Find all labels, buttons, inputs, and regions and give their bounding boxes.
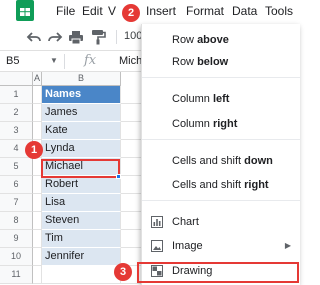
cell-a[interactable] [33, 104, 42, 122]
row-header[interactable]: 6 [0, 176, 33, 194]
cell-b[interactable]: Tim [42, 230, 121, 248]
cell-b[interactable]: James [42, 104, 121, 122]
cell-a[interactable] [33, 122, 42, 140]
step-badge: 2 [122, 4, 140, 22]
cell-b[interactable]: Names [42, 86, 121, 104]
column-header-b[interactable]: B [42, 72, 121, 86]
row-header[interactable]: 9 [0, 230, 33, 248]
chart-icon [151, 216, 163, 228]
cell-a[interactable] [33, 266, 42, 284]
cell-a[interactable] [33, 248, 42, 266]
name-box[interactable]: B5 [6, 55, 19, 67]
selected-cell-outline [41, 159, 120, 178]
formula-input[interactable]: Mich [119, 55, 142, 67]
menu-item-label: Image [172, 240, 203, 252]
menu-item-label: Column [172, 93, 213, 105]
chevron-right-icon: ▶ [284, 241, 291, 250]
menu-item-chart[interactable]: Chart [142, 211, 301, 233]
fx-icon: fx [84, 53, 97, 68]
menu-file[interactable]: File [56, 4, 75, 18]
menu-item-label: Cells and shift [172, 155, 245, 167]
insert-menu: Row above Row below Column left Column r… [141, 24, 301, 285]
step-badge: 1 [25, 141, 43, 159]
fill-handle[interactable] [116, 174, 121, 179]
menu-divider [142, 200, 301, 201]
menu-insert[interactable]: Insert [146, 4, 176, 18]
toolbar-divider [116, 30, 117, 44]
row-header[interactable]: 11 [0, 266, 33, 284]
menu-item-label-bold: right [244, 179, 269, 191]
menu-divider [142, 139, 301, 140]
sheets-logo-icon [4, 0, 40, 24]
row-header[interactable]: 7 [0, 194, 33, 212]
menu-item-label: Cells and shift [172, 179, 245, 191]
cell-b[interactable]: Jennifer [42, 248, 121, 266]
cell-b[interactable]: Lynda [42, 140, 121, 158]
cell-b[interactable]: Steven [42, 212, 121, 230]
cell-a[interactable] [33, 176, 42, 194]
cell-a[interactable] [33, 230, 42, 248]
menu-item-label-bold: down [244, 155, 273, 167]
row-header[interactable]: 2 [0, 104, 33, 122]
select-all-corner[interactable] [0, 72, 33, 86]
menu-item-label-bold: left [212, 93, 230, 105]
cell-b[interactable] [42, 266, 121, 284]
paint-format-icon[interactable] [90, 29, 106, 45]
menu-tools[interactable]: Tools [265, 4, 293, 18]
menu-item-label: Chart [172, 216, 199, 228]
menu-item-cells-shift-right[interactable]: Cells and shift right [142, 174, 301, 196]
cell-a[interactable] [33, 212, 42, 230]
menu-item-column-right[interactable]: Column right [142, 113, 301, 135]
drawing-highlight-outline [137, 262, 299, 283]
menu-data[interactable]: Data [232, 4, 257, 18]
cell-a[interactable] [33, 86, 42, 104]
menu-edit[interactable]: Edit [82, 4, 103, 18]
menu-item-column-left[interactable]: Column left [142, 88, 301, 110]
menu-item-row-below[interactable]: Row below [142, 51, 301, 73]
menu-item-label: Row [172, 34, 198, 46]
row-header[interactable]: 5 [0, 158, 33, 176]
row-header[interactable]: 8 [0, 212, 33, 230]
row-header[interactable]: 1 [0, 86, 33, 104]
print-icon[interactable] [68, 29, 84, 45]
menu-item-label: Column [172, 118, 213, 130]
row-header[interactable]: 10 [0, 248, 33, 266]
menu-item-cells-shift-down[interactable]: Cells and shift down [142, 150, 301, 172]
menu-bar: File Edit V Insert Format Data Tools [0, 0, 300, 24]
menu-divider [142, 77, 301, 78]
row-header[interactable]: 3 [0, 122, 33, 140]
step-badge: 3 [114, 263, 132, 281]
chevron-down-icon[interactable]: ▼ [50, 56, 58, 65]
menu-item-label-bold: above [197, 34, 229, 46]
formula-divider [64, 54, 65, 69]
redo-icon[interactable] [47, 29, 63, 45]
menu-item-row-above[interactable]: Row above [142, 29, 301, 51]
menu-view[interactable]: V [108, 4, 116, 18]
cell-a[interactable] [33, 194, 42, 212]
cell-b[interactable]: Lisa [42, 194, 121, 212]
menu-item-label-bold: right [212, 118, 238, 130]
undo-icon[interactable] [26, 29, 42, 45]
zoom-select[interactable]: 100 [124, 30, 142, 42]
cell-b[interactable]: Kate [42, 122, 121, 140]
menu-item-label-bold: below [197, 56, 229, 68]
column-header-a[interactable]: A [33, 72, 42, 86]
menu-item-label: Row [172, 56, 198, 68]
image-icon [151, 240, 163, 252]
cell-b[interactable]: Robert [42, 176, 121, 194]
menu-item-image[interactable]: Image ▶ [142, 235, 301, 257]
menu-format[interactable]: Format [186, 4, 224, 18]
